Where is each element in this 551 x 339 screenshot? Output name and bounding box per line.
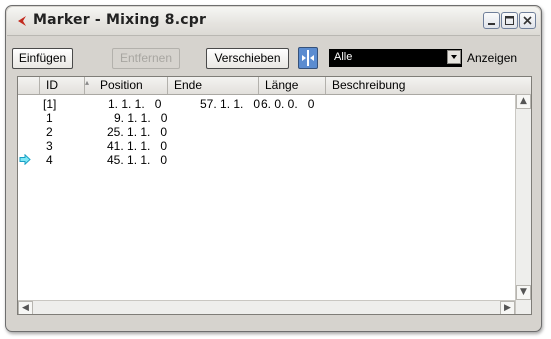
chevron-up-icon: ▲ (520, 96, 527, 106)
table-row[interactable]: 3 41. 1. 1. 0 (18, 139, 515, 153)
cell-id: [1] (43, 97, 57, 111)
header-position[interactable]: Position (85, 77, 168, 94)
close-icon (523, 16, 532, 25)
show-label: Anzeigen (467, 51, 518, 65)
table-row[interactable]: [1] 1. 1. 1. 0 57. 1. 1. 0 6. 0. 0. 0 (18, 97, 515, 111)
cell-id: 1 (46, 111, 53, 125)
cycle-marker-icon (302, 50, 314, 66)
header-description[interactable]: Beschreibung (326, 77, 515, 94)
marker-list: ID ▴ Position Ende Länge Beschreibung [1… (17, 76, 532, 315)
horizontal-scrollbar[interactable]: ◀ ▶ (18, 300, 515, 314)
filter-value: Alle (334, 51, 353, 63)
cubase-logo-icon (18, 16, 26, 26)
table-row-current[interactable]: 4 45. 1. 1. 0 (18, 153, 515, 167)
chevron-down-icon[interactable] (447, 50, 461, 64)
minimize-button[interactable] (483, 12, 500, 29)
cell-id: 4 (46, 153, 53, 167)
scroll-down-button[interactable]: ▼ (516, 285, 531, 300)
header-id[interactable]: ID (40, 77, 85, 94)
move-button[interactable]: Verschieben (206, 48, 289, 69)
cell-position: 25. 1. 1. 0 (107, 125, 168, 139)
cell-position: 1. 1. 1. 0 (108, 97, 162, 111)
remove-button[interactable]: Entfernen (112, 48, 180, 69)
cell-position: 45. 1. 1. 0 (107, 153, 168, 167)
cell-position: 41. 1. 1. 0 (107, 139, 168, 153)
scroll-up-button[interactable]: ▲ (516, 94, 531, 109)
chevron-down-icon: ▼ (520, 287, 527, 297)
close-button[interactable] (519, 12, 536, 29)
cell-end: 57. 1. 1. 0 (200, 97, 261, 111)
scroll-left-button[interactable]: ◀ (18, 301, 33, 314)
minimize-icon (488, 23, 495, 25)
marker-window: Marker - Mixing 8.cpr Einfügen Entfernen… (5, 5, 542, 332)
vertical-scrollbar[interactable]: ▲ ▼ (515, 94, 531, 314)
window-title: Marker - Mixing 8.cpr (33, 12, 207, 28)
header-end[interactable]: Ende (168, 77, 259, 94)
insert-button[interactable]: Einfügen (12, 48, 73, 69)
cell-position: 9. 1. 1. 0 (114, 111, 168, 125)
table-row[interactable]: 2 25. 1. 1. 0 (18, 125, 515, 139)
table-row[interactable]: 1 9. 1. 1. 0 (18, 111, 515, 125)
maximize-icon (505, 16, 514, 25)
cell-id: 2 (46, 125, 53, 139)
scroll-right-button[interactable]: ▶ (500, 301, 515, 314)
current-marker-arrow-icon (19, 154, 31, 165)
chevron-left-icon: ◀ (22, 303, 29, 313)
maximize-button[interactable] (501, 12, 518, 29)
cell-length: 6. 0. 0. 0 (261, 97, 315, 111)
list-header: ID ▴ Position Ende Länge Beschreibung (18, 77, 531, 95)
cell-id: 3 (46, 139, 53, 153)
header-length[interactable]: Länge (259, 77, 326, 94)
chevron-right-icon: ▶ (504, 303, 511, 313)
cycle-marker-button[interactable] (298, 47, 318, 69)
title-bar[interactable]: Marker - Mixing 8.cpr (7, 7, 540, 36)
header-blank (18, 77, 40, 94)
filter-dropdown[interactable]: Alle (329, 49, 462, 67)
